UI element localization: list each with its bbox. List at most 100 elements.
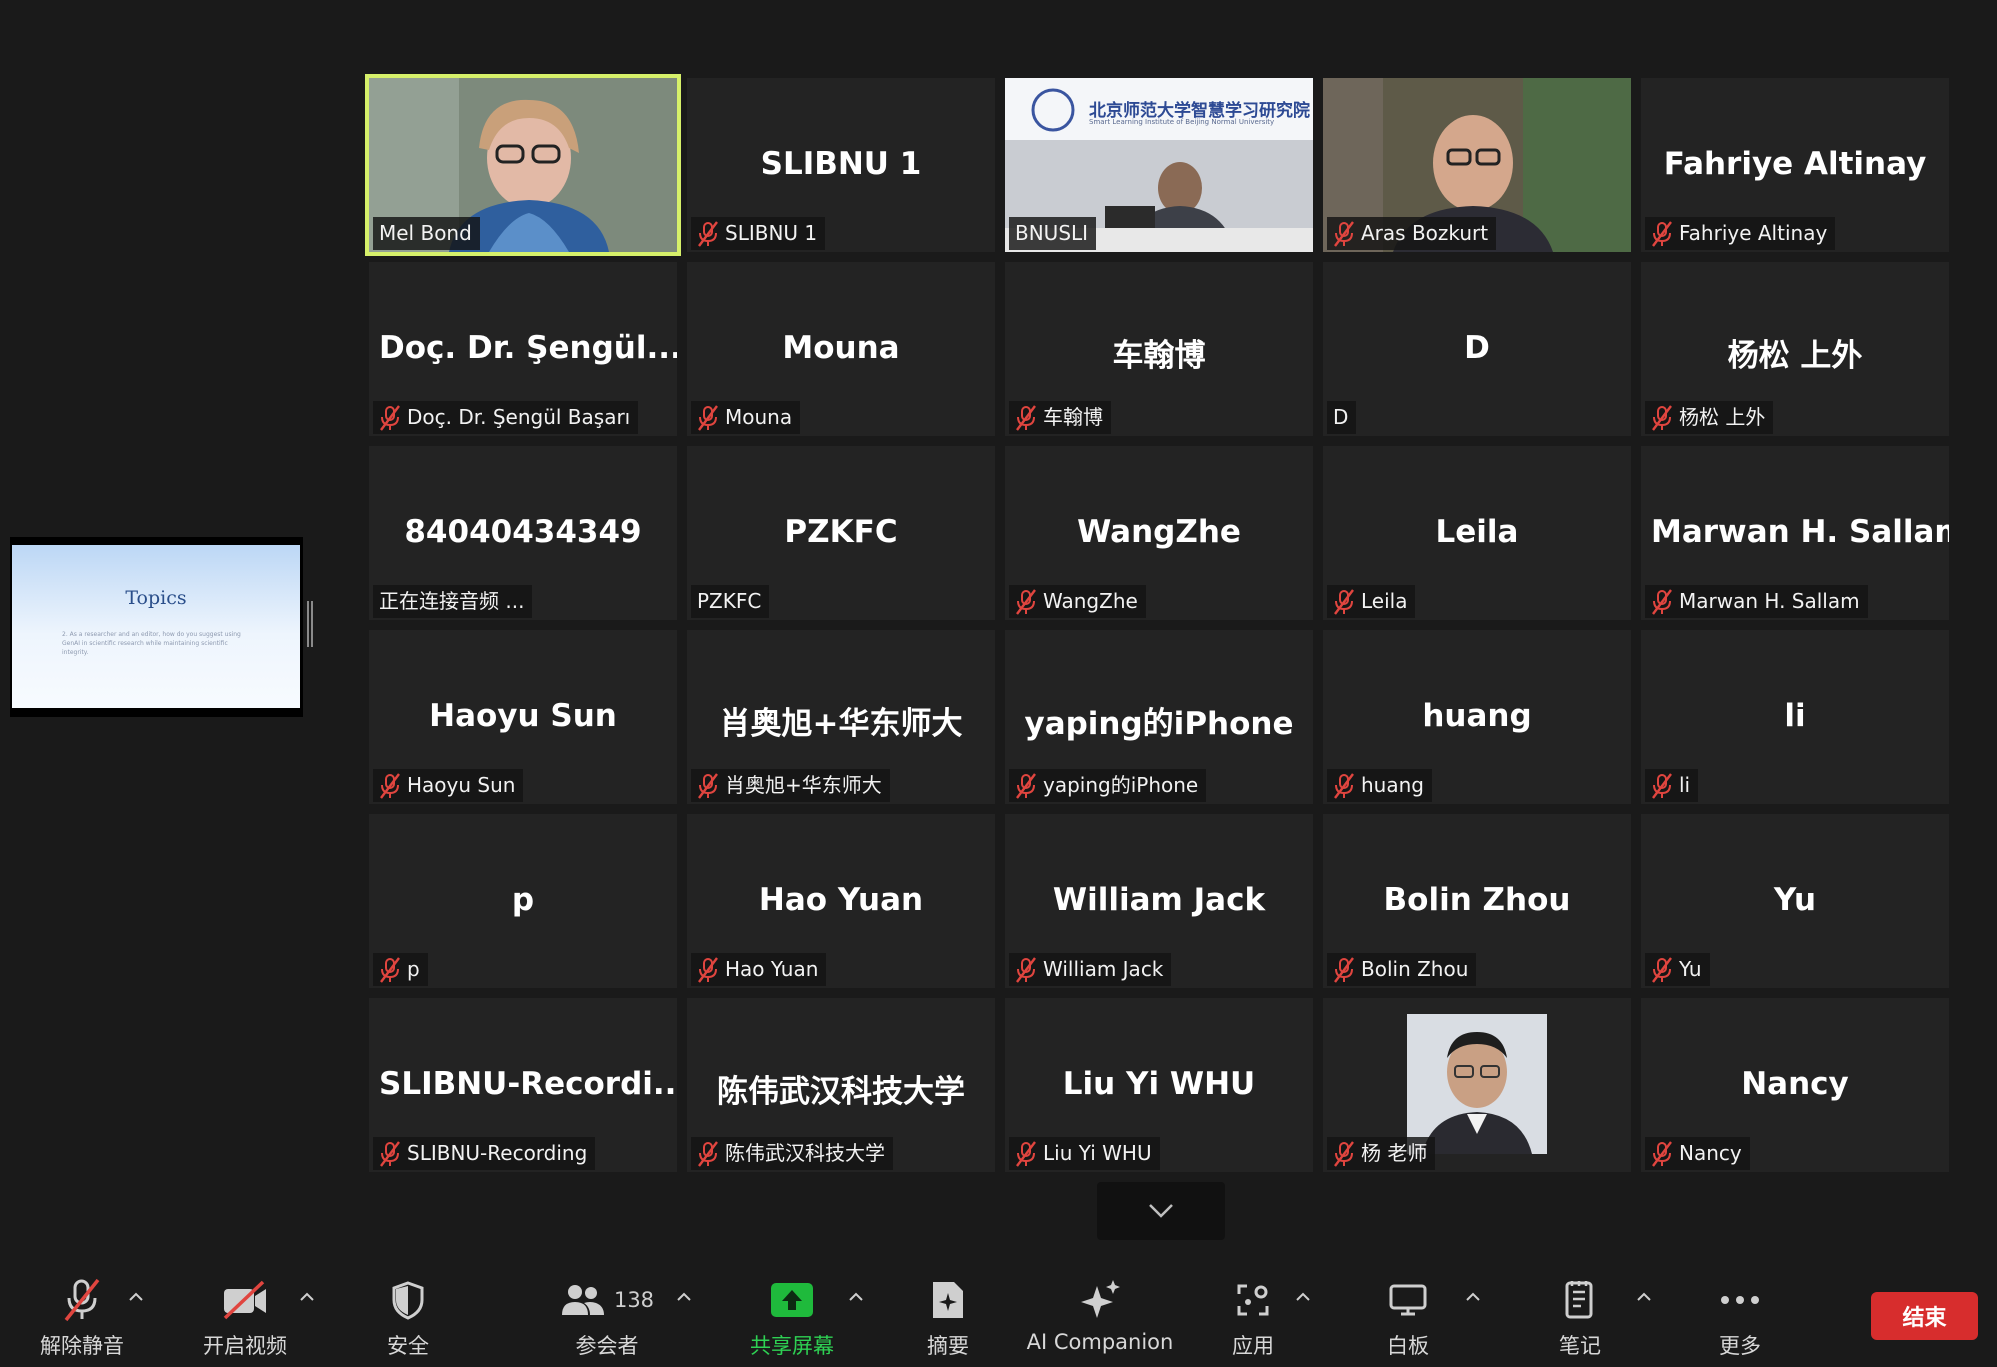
participant-name: SLIBNU-Recording [407,1141,588,1165]
participant-tile[interactable]: Fahriye Altinay Fahriye Altinay [1641,78,1949,252]
participant-name-label: Leila [1327,585,1416,618]
participant-tile[interactable]: li li [1641,630,1949,804]
participant-tile[interactable]: Liu Yi WHU Liu Yi WHU [1005,998,1313,1172]
more-button[interactable]: 更多 [1700,1260,1780,1367]
mic-muted-icon [1652,772,1672,799]
participant-display-name: Doç. Dr. Şengül... [379,330,677,366]
participant-tile[interactable]: Haoyu Sun Haoyu Sun [369,630,677,804]
whiteboard-options-caret[interactable] [1465,1290,1481,1302]
participant-name: p [407,957,420,981]
participant-tile[interactable]: Marwan H. Sallam Marwan H. Sallam [1641,446,1949,620]
ai-sparkle-icon [1081,1280,1120,1318]
participant-tile[interactable]: PZKFC PZKFC [687,446,995,620]
apps-label: 应用 [1232,1334,1274,1358]
end-meeting-button[interactable]: 结束 [1871,1292,1978,1340]
participant-tile[interactable]: William Jack William Jack [1005,814,1313,988]
participant-name: Hao Yuan [725,957,819,981]
notes-options-caret[interactable] [1636,1290,1652,1302]
participant-tile[interactable]: Doç. Dr. Şengül... Doç. Dr. Şengül Başarı [369,262,677,436]
notes-icon [1565,1281,1593,1319]
participant-tile[interactable]: pp [369,814,677,988]
resize-handle[interactable] [307,601,313,647]
participant-name-label: 车翰博 [1009,401,1111,434]
participant-name: 杨松 上外 [1679,405,1766,429]
participant-tile[interactable]: DD [1323,262,1631,436]
ai-companion-button[interactable]: AI Companion [1020,1260,1180,1367]
participant-tile[interactable]: Leila Leila [1323,446,1631,620]
participant-tile[interactable]: Nancy Nancy [1641,998,1949,1172]
share-screen-icon [771,1283,813,1317]
apps-button[interactable]: 应用 [1213,1260,1293,1367]
slide-title: Topics [125,587,187,609]
participant-name: SLIBNU 1 [725,221,818,245]
participant-tile[interactable]: 84040434349 正在连接音频 ... [369,446,677,620]
participant-tile[interactable]: WangZhe WangZhe [1005,446,1313,620]
summary-button[interactable]: 摘要 [908,1260,988,1367]
participant-tile[interactable]: yaping的iPhone yaping的iPhone [1005,630,1313,804]
participant-name: Doç. Dr. Şengül Başarı [407,405,631,429]
participant-name: WangZhe [1043,589,1138,613]
participant-display-name: Yu [1773,882,1817,918]
unmute-label: 解除静音 [40,1334,124,1358]
chevron-down-icon [1149,1204,1173,1218]
participant-tile[interactable]: Mouna Mouna [687,262,995,436]
participant-display-name: huang [1422,698,1532,734]
participant-name-label: William Jack [1009,953,1172,986]
room-banner-subtext: Smart Learning Institute of Beijing Norm… [1089,118,1275,126]
share-screen-label: 共享屏幕 [750,1334,834,1358]
participants-button[interactable]: 138 参会者 [552,1260,662,1367]
next-page-button[interactable] [1097,1182,1225,1240]
participant-tile[interactable]: 杨 老师 [1323,998,1631,1172]
mic-muted-icon [1652,220,1672,247]
participant-name-label: yaping的iPhone [1009,769,1207,802]
whiteboard-button[interactable]: 白板 [1368,1260,1448,1367]
security-button[interactable]: 安全 [368,1260,448,1367]
whiteboard-label: 白板 [1387,1334,1429,1358]
participant-tile[interactable]: Mel Bond [365,74,681,256]
participant-name-label: Liu Yi WHU [1009,1137,1160,1170]
participant-display-name: Liu Yi WHU [1062,1066,1256,1102]
participant-tile[interactable]: SLIBNU 1 SLIBNU 1 [687,78,995,252]
participant-name: Mel Bond [379,221,472,245]
participant-name: Fahriye Altinay [1679,221,1828,245]
mic-muted-icon [1334,588,1354,615]
participant-display-name: PZKFC [784,514,898,550]
video-options-caret[interactable] [299,1290,315,1302]
notes-button[interactable]: 笔记 [1540,1260,1620,1367]
participant-name: Aras Bozkurt [1361,221,1489,245]
microphone-muted-icon [64,1278,100,1322]
start-video-button[interactable]: 开启视频 [190,1260,300,1367]
participant-tile[interactable]: SLIBNU-Recordi... SLIBNU-Recording [369,998,677,1172]
participant-display-name: D [1464,330,1490,366]
participant-name: huang [1361,773,1424,797]
participant-tile[interactable]: Yu Yu [1641,814,1949,988]
apps-icon [1237,1284,1269,1316]
participant-tile[interactable]: Bolin Zhou Bolin Zhou [1323,814,1631,988]
participant-name-label: p [373,953,428,986]
participant-tile[interactable]: 肖奥旭+华东师大 肖奥旭+华东师大 [687,630,995,804]
meeting-stage: Topics 2. As a researcher and an editor,… [0,0,1997,1260]
participant-tile[interactable]: 车翰博 车翰博 [1005,262,1313,436]
participant-tile[interactable]: Aras Bozkurt [1323,78,1631,252]
participant-name-label: Fahriye Altinay [1645,217,1836,250]
participant-name-label: Aras Bozkurt [1327,217,1497,250]
share-screen-button[interactable]: 共享屏幕 [740,1260,844,1367]
shared-screen-thumbnail[interactable]: Topics 2. As a researcher and an editor,… [10,537,303,717]
participant-name-label: Yu [1645,953,1710,986]
share-options-caret[interactable] [848,1290,864,1302]
apps-options-caret[interactable] [1295,1290,1311,1302]
slide-body: 2. As a researcher and an editor, how do… [62,631,241,656]
participant-name: li [1679,773,1691,797]
audio-options-caret[interactable] [128,1290,144,1302]
mic-muted-icon [1334,1140,1354,1167]
unmute-button[interactable]: 解除静音 [30,1260,134,1367]
participants-options-caret[interactable] [676,1290,692,1302]
profile-photo [1407,1014,1547,1154]
participant-tile[interactable]: 陈伟武汉科技大学 陈伟武汉科技大学 [687,998,995,1172]
participant-tile[interactable]: Hao Yuan Hao Yuan [687,814,995,988]
participant-tile[interactable]: 杨松 上外 杨松 上外 [1641,262,1949,436]
participant-tile[interactable]: huang huang [1323,630,1631,804]
mic-muted-icon [380,772,400,799]
participant-name-label: Nancy [1645,1137,1750,1170]
participant-tile[interactable]: 北京师范大学智慧学习研究院 Smart Learning Institute of… [1005,78,1313,252]
